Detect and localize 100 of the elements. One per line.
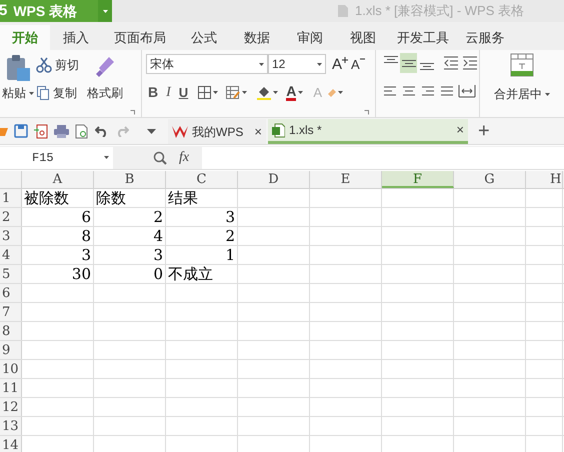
ribbon-tab[interactable]: 开始 [0,25,50,50]
row-header[interactable]: 9 [0,341,22,359]
column-header[interactable]: D [238,171,310,188]
table-cell: 1 [166,246,238,264]
formula-input-field[interactable] [202,146,564,168]
grid-pencil-icon [226,86,240,99]
dialog-launcher-icon[interactable] [364,110,369,115]
window-title: 1.xls * [兼容模式] - WPS 表格 [354,2,524,20]
table-cell: 3 [94,246,166,264]
row-header[interactable]: 4 [0,246,22,264]
ribbon-tab[interactable]: 审阅 [284,25,336,50]
italic-button[interactable]: I [166,82,171,103]
align-icon [420,63,434,70]
function-button[interactable]: fx [179,147,190,168]
row-header[interactable]: 2 [0,208,22,226]
row-header[interactable]: 14 [0,436,22,452]
ribbon-tab[interactable]: 开发工具 [390,25,456,50]
font-color-button[interactable]: A [286,84,304,100]
copy-button[interactable]: 复制 [36,84,79,102]
table-cell: 4 [94,227,166,245]
outdent-icon[interactable] [442,54,460,72]
caret-icon [242,91,248,94]
indent-icon[interactable] [461,54,479,72]
align-icon [384,56,398,63]
row-header[interactable]: 5 [0,265,22,283]
close-tab-button[interactable]: × [254,122,262,142]
row-header[interactable]: 6 [0,284,22,302]
table-cell: 6 [22,208,94,226]
dialog-launcher-icon[interactable] [130,110,135,115]
plus-icon [342,56,348,62]
table-cell: 除数 [94,189,166,207]
ribbon-tab[interactable]: 视图 [336,25,390,50]
column-header[interactable]: G [454,171,526,188]
row-header[interactable]: 7 [0,303,22,321]
merge-cells-icon [510,53,534,77]
table-cell: 2 [166,227,238,245]
name-box[interactable]: F15 [0,146,113,168]
caret-icon [338,91,343,94]
merge-center-button[interactable]: 合并居中 [480,50,550,117]
shrink-font-button[interactable]: A [351,58,365,70]
column-header[interactable]: C [166,171,238,188]
caret-icon [273,91,278,94]
cut-button[interactable]: 剪切 [36,56,79,74]
scissors-icon [36,57,52,73]
borders-button[interactable] [198,86,218,99]
table-cell: 0 [94,265,166,283]
caret-icon [104,156,109,159]
copy-icon [36,85,50,101]
row-header[interactable]: 10 [0,360,22,378]
caret-icon [259,62,264,66]
undo-icon[interactable] [95,125,109,137]
caret-icon [29,92,34,94]
document-icon [336,4,349,18]
paint-bucket-icon [257,85,272,100]
font-size-field[interactable]: 12 [268,54,326,74]
new-tab-button[interactable]: + [478,121,490,141]
caret-icon [317,62,322,66]
row-header[interactable]: 3 [0,227,22,245]
printer-icon[interactable] [54,124,69,138]
app-menu-dropdown[interactable] [98,0,112,22]
ribbon-tab[interactable]: 公式 [178,25,230,50]
grid-icon [198,86,212,99]
table-cell: 30 [22,265,94,283]
column-header[interactable]: F [382,171,454,188]
save-icon[interactable] [14,124,28,138]
cell-style-button[interactable] [226,86,248,99]
ribbon-tab[interactable]: 插入 [50,25,102,50]
eraser-icon [328,88,336,96]
distribute-icon[interactable] [458,83,476,99]
paste-button[interactable]: 粘贴 [0,54,36,117]
grow-font-button[interactable]: A [332,56,348,72]
close-tab-button[interactable]: × [456,120,464,140]
font-name-field[interactable]: 宋体 [146,54,268,74]
ribbon-tab[interactable]: 页面布局 [102,25,178,50]
table-cell: 8 [22,227,94,245]
dropdown-icon[interactable] [147,128,156,134]
document-tab[interactable]: 1.xls * × [268,119,468,144]
ribbon-tab[interactable]: 云服务 [456,25,514,50]
print-preview-icon[interactable] [75,124,89,138]
zoom-icon[interactable] [153,150,167,164]
vertical-align-button[interactable] [400,53,417,73]
clipboard-icon [5,54,31,82]
table-cell: 结果 [166,189,238,207]
underline-button[interactable]: U [178,82,188,102]
table-cell: 3 [166,208,238,226]
export-icon[interactable] [34,124,48,138]
row-header[interactable]: 1 [0,189,22,207]
column-header[interactable]: A [22,171,94,188]
ribbon-tab[interactable]: 数据 [230,25,284,50]
row-header[interactable]: 13 [0,417,22,435]
row-header[interactable]: 8 [0,322,22,340]
fill-color-button[interactable] [257,85,278,100]
format-painter-button[interactable]: 格式刷 [87,54,123,117]
row-header[interactable]: 12 [0,398,22,416]
column-header[interactable]: B [94,171,166,188]
document-tab[interactable]: 我的WPS × [168,119,266,144]
row-header[interactable]: 11 [0,379,22,397]
minus-icon [360,58,365,60]
column-header[interactable]: H [526,171,563,188]
bold-button[interactable]: B [148,82,158,103]
